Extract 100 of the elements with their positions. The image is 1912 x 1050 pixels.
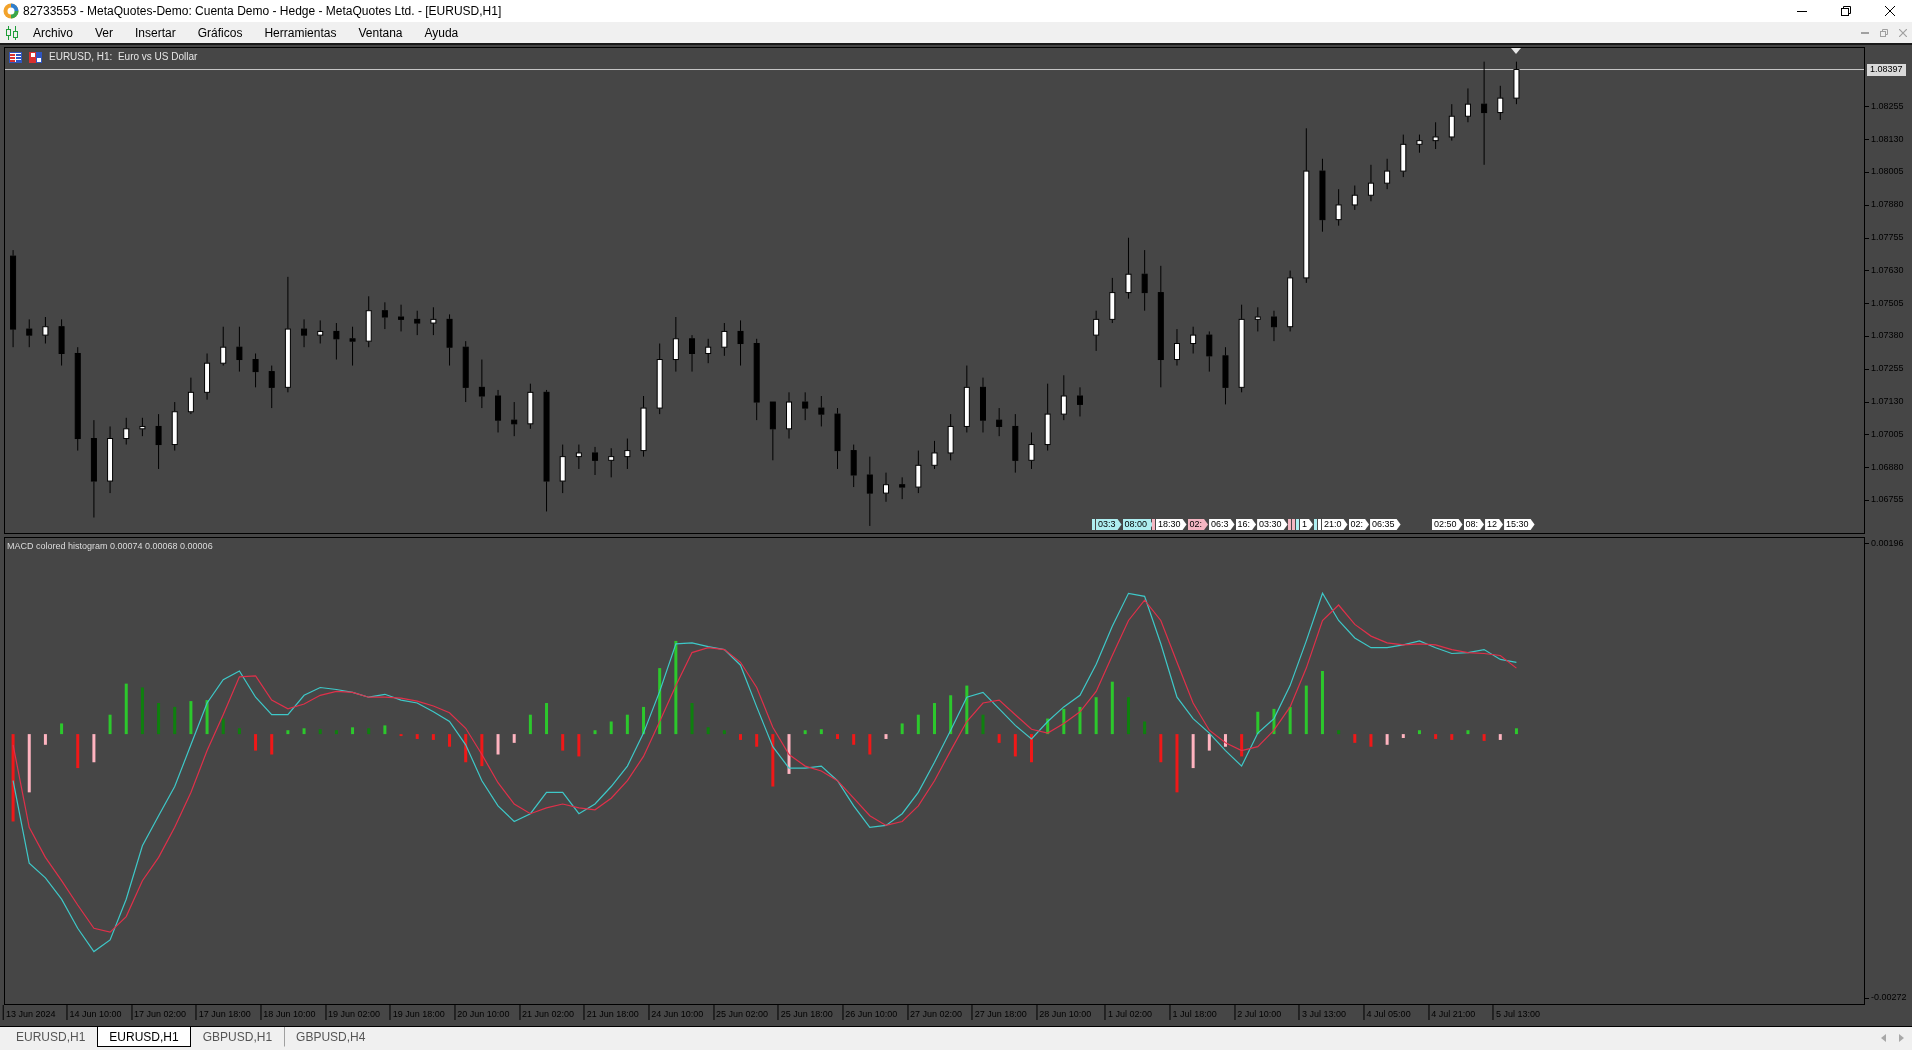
time-axis-label: 25 Jun 02:00 — [713, 1005, 769, 1020]
candle — [769, 401, 776, 461]
scroll-right-button[interactable] — [1896, 1033, 1906, 1043]
triangle-marker-icon[interactable] — [1511, 48, 1521, 54]
time-axis-label: 5 Jul 13:00 — [1492, 1005, 1540, 1020]
trade-time-tag: 16: — [1235, 519, 1257, 530]
candle — [268, 365, 275, 409]
candle — [786, 391, 792, 439]
candle — [187, 377, 194, 415]
menu-item[interactable]: Gráficos — [186, 22, 254, 43]
chart-tab[interactable]: GBPUSD,H1 — [190, 1027, 285, 1047]
chart-tab[interactable]: EURUSD,H1 — [97, 1027, 191, 1047]
candle — [1400, 134, 1407, 178]
candle — [171, 401, 178, 452]
menu-item[interactable]: Insertar — [124, 22, 187, 43]
trade-time-tag: 02: — [1187, 519, 1209, 530]
candle — [1432, 121, 1439, 150]
candle — [1335, 188, 1342, 227]
candle — [398, 304, 405, 332]
candle — [931, 440, 938, 470]
trade-time-tag: 15:30 — [1504, 519, 1535, 530]
close-icon — [1898, 28, 1907, 37]
candle — [446, 313, 453, 367]
candle — [963, 365, 970, 433]
trade-time-tag: 18:30 — [1156, 519, 1187, 530]
candle — [640, 395, 647, 458]
close-icon — [1885, 6, 1895, 16]
time-axis-label: 26 Jun 10:00 — [842, 1005, 898, 1020]
candle — [58, 318, 65, 367]
candle — [1513, 61, 1520, 105]
candlestick-icon — [6, 25, 18, 40]
candle — [1141, 249, 1148, 312]
candle — [737, 319, 744, 367]
candle — [721, 322, 728, 357]
candle — [414, 310, 421, 336]
candle — [1109, 277, 1116, 324]
time-axis-label: 13 Jun 2024 — [2, 1005, 56, 1020]
chart-tab[interactable]: GBPUSD,H4 — [284, 1027, 378, 1047]
time-axis-label: 24 Jun 10:00 — [648, 1005, 704, 1020]
time-axis-label: 19 Jun 18:00 — [389, 1005, 445, 1020]
candle — [996, 407, 1003, 437]
candle — [1044, 383, 1051, 452]
time-axis-label: 18 Jun 10:00 — [260, 1005, 316, 1020]
candle — [204, 353, 211, 401]
time-axis-label: 4 Jul 21:00 — [1428, 1005, 1476, 1020]
restore-icon — [1879, 28, 1888, 37]
candle — [1270, 310, 1277, 342]
menu-item[interactable]: Ayuda — [413, 22, 470, 43]
candle — [139, 417, 146, 437]
candle — [301, 318, 308, 348]
candle — [915, 450, 922, 494]
time-axis-label: 21 Jun 18:00 — [583, 1005, 639, 1020]
time-axis-label: 25 Jun 18:00 — [777, 1005, 833, 1020]
candle — [1416, 134, 1423, 154]
split-tile-icon — [29, 51, 42, 63]
candle — [899, 476, 906, 500]
window-title: 82733553 - MetaQuotes-Demo: Cuenta Demo - Hedge - MetaQuotes Ltd. - [EURUSD,H1] — [23, 4, 502, 18]
candle — [1174, 328, 1180, 367]
candle — [1384, 158, 1391, 190]
trade-time-tag: 12 — [1485, 519, 1504, 530]
candle — [850, 444, 857, 488]
candle — [236, 326, 243, 373]
candle — [1222, 346, 1229, 405]
candle — [608, 447, 615, 478]
time-axis-label: 28 Jun 10:00 — [1036, 1005, 1092, 1020]
candle — [462, 340, 469, 403]
menu-item[interactable]: Ver — [84, 22, 125, 43]
time-axis-label: 17 Jun 02:00 — [131, 1005, 187, 1020]
menu-item[interactable]: Ventana — [347, 22, 414, 43]
candle — [818, 395, 825, 427]
candle — [705, 338, 712, 364]
candle — [1351, 185, 1358, 211]
candle — [381, 301, 388, 330]
candle — [980, 377, 986, 433]
candle — [947, 413, 954, 461]
candle — [349, 326, 356, 367]
minimize-icon — [1797, 10, 1807, 12]
trade-time-tag: 06:35 — [1370, 519, 1401, 530]
time-axis-label: 17 Jun 18:00 — [195, 1005, 251, 1020]
candle — [495, 389, 502, 433]
menu-item[interactable]: Herramientas — [253, 22, 348, 43]
candle — [672, 316, 679, 373]
table-icon — [9, 51, 22, 63]
menu-item[interactable]: Archivo — [22, 22, 84, 43]
candle — [1497, 85, 1504, 121]
candle — [527, 383, 534, 430]
candle — [430, 306, 437, 336]
candle — [834, 407, 841, 470]
candle — [317, 319, 324, 344]
candle — [866, 456, 873, 527]
candle — [220, 326, 227, 367]
candle — [624, 438, 631, 470]
candle — [1287, 270, 1294, 332]
chart-tab[interactable]: EURUSD,H1 — [4, 1027, 98, 1047]
candle — [1254, 306, 1261, 332]
trade-time-tag: 02:50 — [1432, 519, 1463, 530]
time-axis-label: 2 Jul 10:00 — [1234, 1005, 1282, 1020]
candle — [883, 472, 889, 503]
candle — [1125, 237, 1132, 300]
candle — [42, 316, 49, 344]
